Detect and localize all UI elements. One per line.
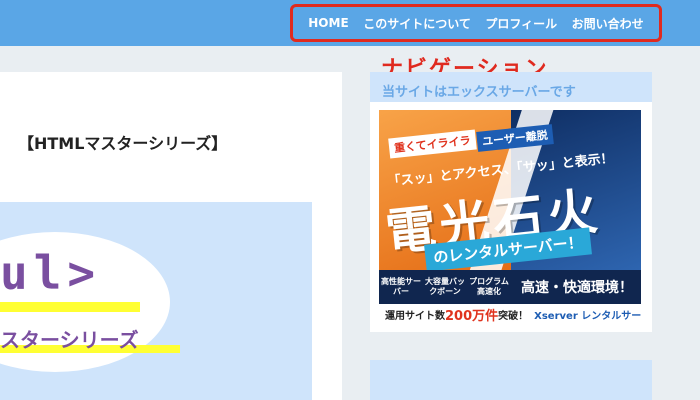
navigation-highlight: HOME このサイトについて プロフィール お問い合わせ — [290, 4, 662, 42]
sidebar-widget-next — [370, 360, 652, 400]
ad-footer-number: 200万件 — [445, 309, 499, 324]
ad-feature: 大容量バックボーン — [425, 277, 465, 296]
sidebar-widget-title: 当サイトはエックスサーバーです — [370, 72, 652, 102]
ad-footer-suffix: 突破！ — [498, 311, 529, 322]
post-card[interactable]: 【HTMLマスターシリーズ】 ul> スターシリーズ — [0, 72, 342, 400]
thumbnail-tag-text: ul> — [0, 246, 102, 300]
post-thumbnail[interactable]: ul> スターシリーズ — [0, 202, 312, 400]
ad-environment: 高速・快適環境！ — [521, 280, 633, 296]
highlight-marker — [0, 302, 140, 312]
ad-brand-logo: Xserver レンタルサーバー — [534, 311, 641, 322]
nav-home[interactable]: HOME — [308, 16, 348, 30]
ad-feature: 高性能サーバー — [381, 277, 421, 296]
top-navbar: HOME このサイトについて プロフィール お問い合わせ — [0, 0, 700, 46]
nav-profile[interactable]: プロフィール — [485, 15, 557, 32]
ad-footer: 運用サイト数 200万件 突破！ Xserver レンタルサーバー — [379, 304, 641, 325]
post-title[interactable]: 【HTMLマスターシリーズ】 — [18, 130, 227, 154]
ad-feature-bar: 高性能サーバー 大容量バックボーン プログラム高速化 高速・快適環境！ — [379, 270, 641, 304]
nav-about[interactable]: このサイトについて — [363, 15, 471, 32]
xserver-banner-ad[interactable]: 重くてイライラ ユーザー離脱 「スッ」とアクセス、「サッ」と表示！ 電光石火 の… — [379, 110, 641, 325]
ad-feature: プログラム高速化 — [469, 277, 509, 296]
ad-footer-prefix: 運用サイト数 — [385, 311, 445, 322]
sidebar-widget: 当サイトはエックスサーバーです 重くてイライラ ユーザー離脱 「スッ」とアクセス… — [370, 72, 652, 332]
nav-contact[interactable]: お問い合わせ — [572, 15, 644, 32]
thumbnail-series-text: スターシリーズ — [0, 328, 139, 352]
